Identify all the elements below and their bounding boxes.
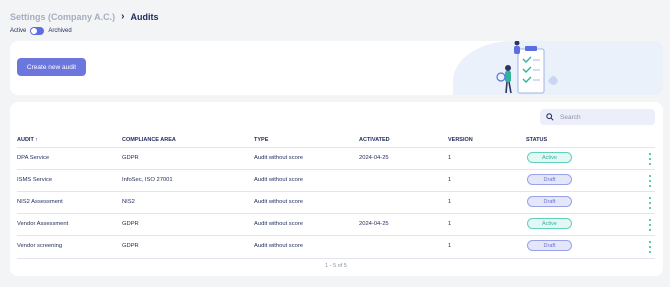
audit-table-card: AUDIT ↑ COMPLIANCE AREA TYPE ACTIVATED V… xyxy=(10,102,663,276)
audit-type: Audit without score xyxy=(254,243,303,249)
audit-name[interactable]: DPA Service xyxy=(17,155,49,161)
activated-date: 2024-04-25 xyxy=(359,155,389,161)
toggle-knob xyxy=(31,28,38,34)
table-row[interactable]: DPA Service GDPR Audit without score 202… xyxy=(17,147,655,169)
active-archived-filter: Active Archived xyxy=(10,27,72,35)
compliance-area: InfoSec, ISO 27001 xyxy=(122,177,173,183)
column-header-activated[interactable]: ACTIVATED xyxy=(359,137,390,143)
version: 1 xyxy=(448,155,452,161)
audit-name[interactable]: Vendor Assessment xyxy=(17,221,68,227)
more-actions-icon[interactable] xyxy=(648,241,652,253)
version: 1 xyxy=(448,199,452,205)
audit-type: Audit without score xyxy=(254,199,303,205)
more-actions-icon[interactable] xyxy=(648,197,652,209)
status-badge: Active xyxy=(527,152,572,163)
search-box[interactable] xyxy=(540,109,655,125)
active-label: Active xyxy=(10,28,27,34)
table-header: AUDIT ↑ COMPLIANCE AREA TYPE ACTIVATED V… xyxy=(17,135,655,147)
status-badge: Active xyxy=(527,218,572,229)
banner: Create new audit xyxy=(10,41,663,95)
chevron-right-icon: › xyxy=(121,11,125,22)
column-header-status[interactable]: STATUS xyxy=(526,137,547,143)
activated-date: 2024-04-25 xyxy=(359,221,389,227)
table-row[interactable]: ISMS Service InfoSec, ISO 27001 Audit wi… xyxy=(17,169,655,191)
compliance-area: NIS2 xyxy=(122,199,135,205)
table-row[interactable]: Vendor screening GDPR Audit without scor… xyxy=(17,235,655,257)
status-badge: Draft xyxy=(527,196,572,207)
audit-name[interactable]: Vendor screening xyxy=(17,243,62,249)
audit-illustration xyxy=(496,41,558,94)
more-actions-icon[interactable] xyxy=(648,219,652,231)
version: 1 xyxy=(448,243,452,249)
more-actions-icon[interactable] xyxy=(648,175,652,187)
audit-type: Audit without score xyxy=(254,221,303,227)
table-row[interactable]: NIS2 Assessment NIS2 Audit without score… xyxy=(17,191,655,213)
page-title: Audits xyxy=(130,11,159,22)
compliance-area: GDPR xyxy=(122,155,139,161)
archived-label: Archived xyxy=(48,28,72,34)
version: 1 xyxy=(448,221,452,227)
compliance-area: GDPR xyxy=(122,221,139,227)
more-actions-icon[interactable] xyxy=(648,153,652,165)
version: 1 xyxy=(448,177,452,183)
breadcrumb-parent-link[interactable]: Settings (Company A.C.) xyxy=(10,12,115,22)
search-icon xyxy=(546,113,554,121)
table-row[interactable]: Vendor Assessment GDPR Audit without sco… xyxy=(17,213,655,235)
archive-toggle[interactable] xyxy=(30,27,45,35)
audit-type: Audit without score xyxy=(254,177,303,183)
column-header-audit[interactable]: AUDIT ↑ xyxy=(17,137,38,143)
column-header-version[interactable]: VERSION xyxy=(448,137,473,143)
create-new-audit-button[interactable]: Create new audit xyxy=(17,58,86,76)
audit-name[interactable]: NIS2 Assessment xyxy=(17,199,63,205)
status-badge: Draft xyxy=(527,174,572,185)
status-badge: Draft xyxy=(527,240,572,251)
pagination-info: 1 - 5 of 5 xyxy=(17,258,655,269)
column-header-type[interactable]: TYPE xyxy=(254,137,268,143)
audit-name[interactable]: ISMS Service xyxy=(17,177,52,183)
breadcrumb: Settings (Company A.C.) › Audits xyxy=(10,11,159,22)
audit-type: Audit without score xyxy=(254,155,303,161)
compliance-area: GDPR xyxy=(122,243,139,249)
search-input[interactable] xyxy=(560,113,640,121)
column-header-compliance-area[interactable]: COMPLIANCE AREA xyxy=(122,137,176,143)
